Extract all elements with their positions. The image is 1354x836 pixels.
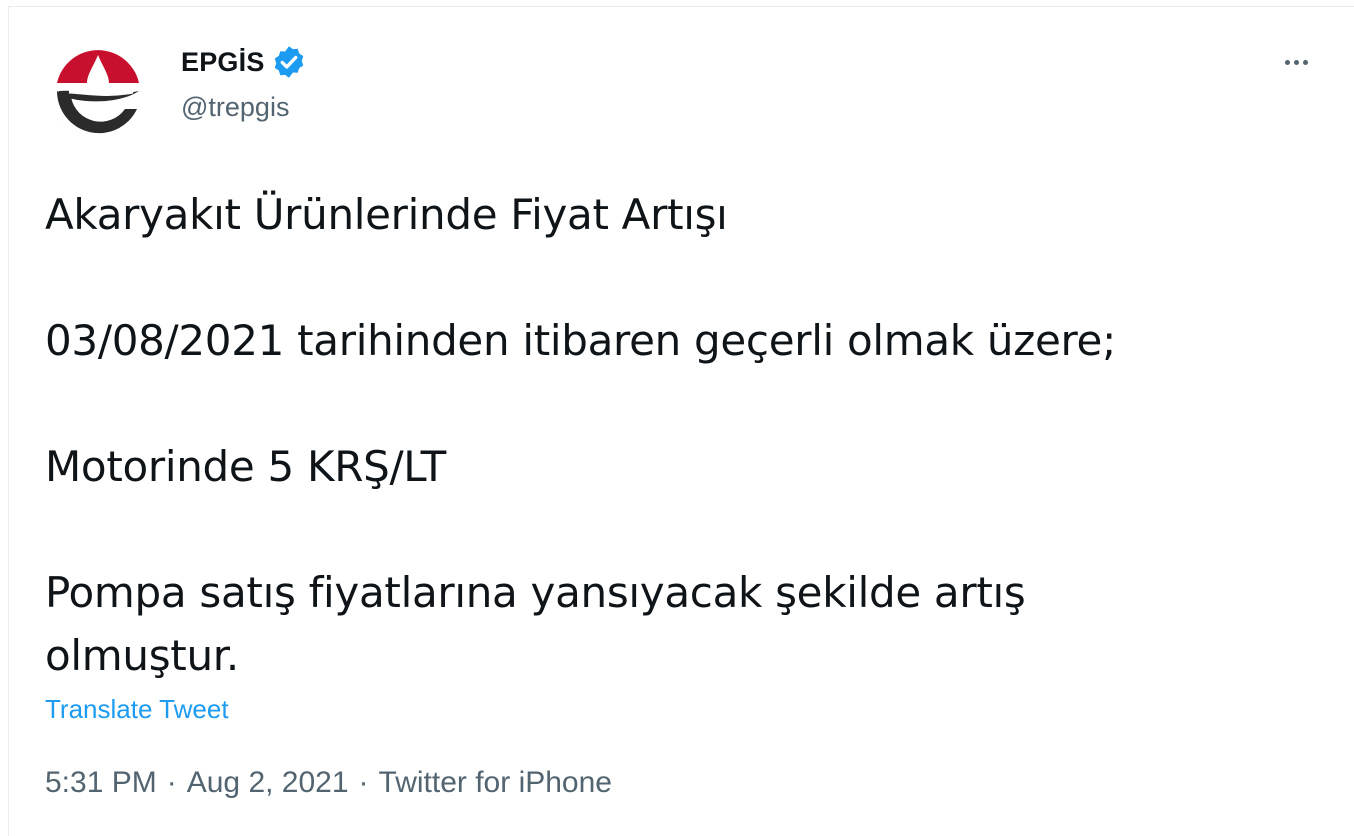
tweet-date[interactable]: Aug 2, 2021 — [187, 766, 349, 800]
tweet-source[interactable]: Twitter for iPhone — [379, 766, 612, 800]
meta-separator: · — [358, 766, 369, 799]
verified-badge-icon — [271, 44, 307, 80]
translate-tweet-link[interactable]: Translate Tweet — [45, 694, 229, 725]
tweet-text: Akaryakıt Ürünlerinde Fiyat Artışı 03/08… — [45, 190, 1116, 680]
avatar[interactable] — [45, 35, 151, 141]
author-block[interactable]: EPGİS @trepgis — [181, 42, 307, 123]
meta-separator: · — [166, 766, 177, 799]
epgis-logo-icon — [45, 35, 151, 141]
tweet-metadata: 5:31 PM · Aug 2, 2021 · Twitter for iPho… — [45, 766, 612, 800]
more-options-icon[interactable] — [1276, 48, 1316, 76]
display-name[interactable]: EPGİS — [181, 47, 265, 78]
handle[interactable]: @trepgis — [181, 92, 307, 123]
tweet-time[interactable]: 5:31 PM — [45, 766, 157, 800]
